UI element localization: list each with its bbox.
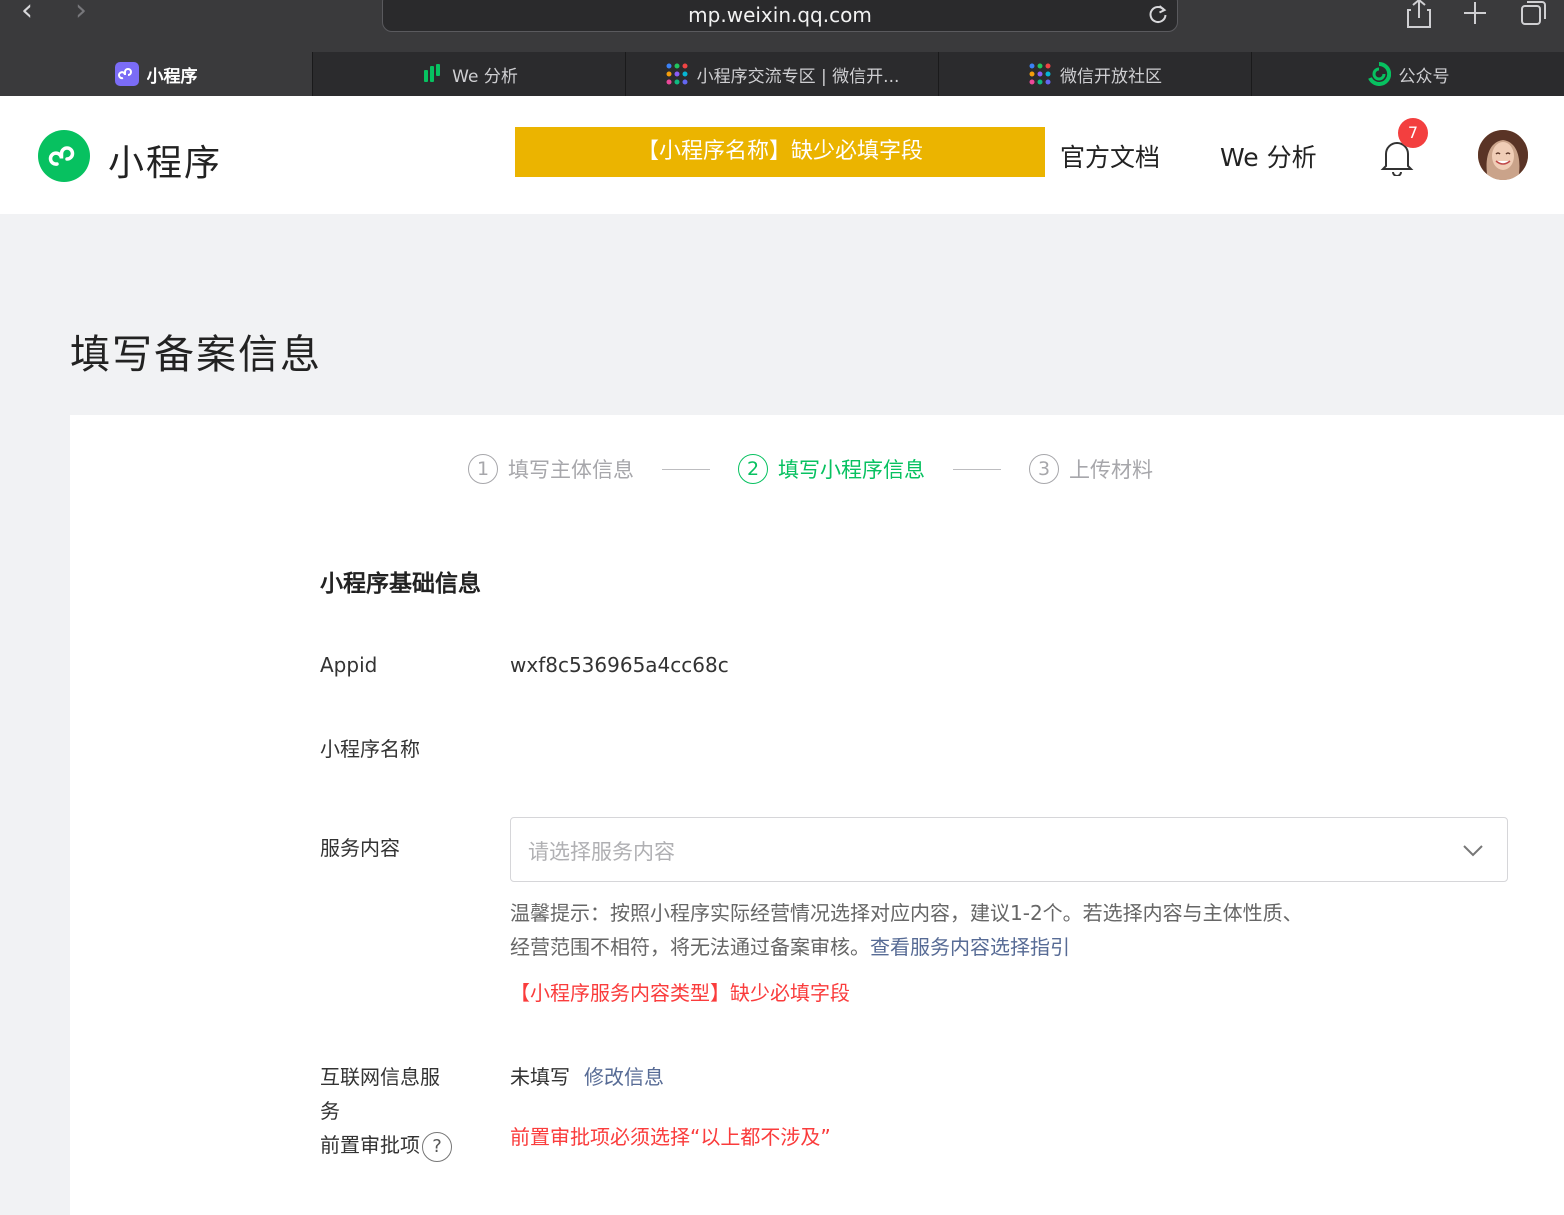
form-card <box>70 415 1564 1215</box>
tab-label: 公众号 <box>1398 66 1450 87</box>
official-docs-link[interactable]: 官方文档 <box>1060 138 1160 174</box>
step-2: 2 填写小程序信息 <box>738 454 925 484</box>
stepper: 1 填写主体信息 2 填写小程序信息 3 上传材料 <box>468 452 1153 486</box>
share-icon[interactable] <box>1402 0 1436 30</box>
label-line: 务 <box>320 1099 340 1123</box>
step-label: 填写主体信息 <box>508 458 634 482</box>
tab-label: 微信开放社区 <box>1060 66 1162 87</box>
edit-info-link[interactable]: 修改信息 <box>584 1065 664 1089</box>
section-title: 小程序基础信息 <box>320 571 481 597</box>
label-text: 前置审批项 <box>320 1133 420 1157</box>
tab-open-community[interactable]: 微信开放社区 <box>938 52 1251 96</box>
tab-label: 小程序交流专区 | 微信开... <box>696 66 900 87</box>
internet-service-value: 未填写 修改信息 <box>510 1060 664 1094</box>
site-header: 小程序 【小程序名称】缺少必填字段 官方文档 We 分析 7 <box>0 96 1564 214</box>
step-1: 1 填写主体信息 <box>468 454 634 484</box>
approval-error: 前置审批项必须选择“以上都不涉及” <box>510 1125 831 1149</box>
label-line: 互联网信息服 <box>320 1065 440 1089</box>
we-analytics-link[interactable]: We 分析 <box>1220 138 1317 174</box>
address-bar[interactable]: mp.weixin.qq.com <box>382 0 1178 32</box>
reload-icon[interactable] <box>1147 3 1169 25</box>
wechat-dev-icon <box>1029 63 1051 85</box>
page-title: 填写备案信息 <box>70 332 322 378</box>
appid-value: wxf8c536965a4cc68c <box>510 653 729 677</box>
service-tip: 温馨提示：按照小程序实际经营情况选择对应内容，建议1-2个。若选择内容与主体性质… <box>510 896 1310 964</box>
new-tab-icon[interactable] <box>1458 0 1492 30</box>
label-line: 前置审批项? <box>320 1128 452 1162</box>
logo-text[interactable]: 小程序 <box>108 134 222 186</box>
tab-label: We 分析 <box>452 66 518 87</box>
tab-official-account[interactable]: 公众号 <box>1251 52 1564 96</box>
step-number: 1 <box>468 454 498 484</box>
step-3: 3 上传材料 <box>1029 454 1153 484</box>
tab-overview-icon[interactable] <box>1516 0 1550 30</box>
tab-we-analytics[interactable]: We 分析 <box>312 52 625 96</box>
back-arrow-icon[interactable]: ‹ <box>12 0 42 30</box>
internet-service-label: 互联网信息服 务 前置审批项? <box>320 1060 452 1162</box>
service-content-label: 服务内容 <box>320 836 400 860</box>
tab-label: 小程序 <box>146 66 198 87</box>
url-text: mp.weixin.qq.com <box>688 3 872 27</box>
help-icon[interactable]: ? <box>422 1131 452 1162</box>
chevron-down-icon <box>1463 845 1483 857</box>
official-account-icon <box>1367 62 1391 86</box>
browser-toolbar: ‹ › mp.weixin.qq.com <box>0 0 1564 52</box>
step-label: 上传材料 <box>1069 458 1153 482</box>
tab-dev-forum[interactable]: 小程序交流专区 | 微信开... <box>625 52 938 96</box>
warning-banner: 【小程序名称】缺少必填字段 <box>515 127 1045 177</box>
service-error: 【小程序服务内容类型】缺少必填字段 <box>510 981 850 1005</box>
status-text: 未填写 <box>510 1065 570 1089</box>
browser-tab-bar: 小程序 We 分析 小程序交流专区 | 微信开... 微信开放社区 公众号 <box>0 52 1564 96</box>
service-guide-link[interactable]: 查看服务内容选择指引 <box>870 935 1070 959</box>
notification-badge: 7 <box>1398 118 1428 148</box>
tab-miniprogram[interactable]: 小程序 <box>0 52 312 96</box>
select-placeholder: 请选择服务内容 <box>528 840 675 864</box>
wechat-dev-icon <box>666 63 688 85</box>
avatar[interactable] <box>1478 130 1528 180</box>
step-divider <box>953 468 1001 470</box>
step-number: 2 <box>738 454 768 484</box>
appid-label: Appid <box>320 653 378 677</box>
miniprogram-logo-icon[interactable] <box>38 130 90 182</box>
step-divider <box>662 468 710 470</box>
miniprogram-icon <box>114 62 139 86</box>
forward-arrow-icon[interactable]: › <box>66 0 96 30</box>
service-content-select[interactable]: 请选择服务内容 <box>510 817 1508 882</box>
step-label: 填写小程序信息 <box>778 458 925 482</box>
miniprogram-name-label: 小程序名称 <box>320 737 420 761</box>
step-number: 3 <box>1029 454 1059 484</box>
we-analytics-icon <box>424 64 441 82</box>
